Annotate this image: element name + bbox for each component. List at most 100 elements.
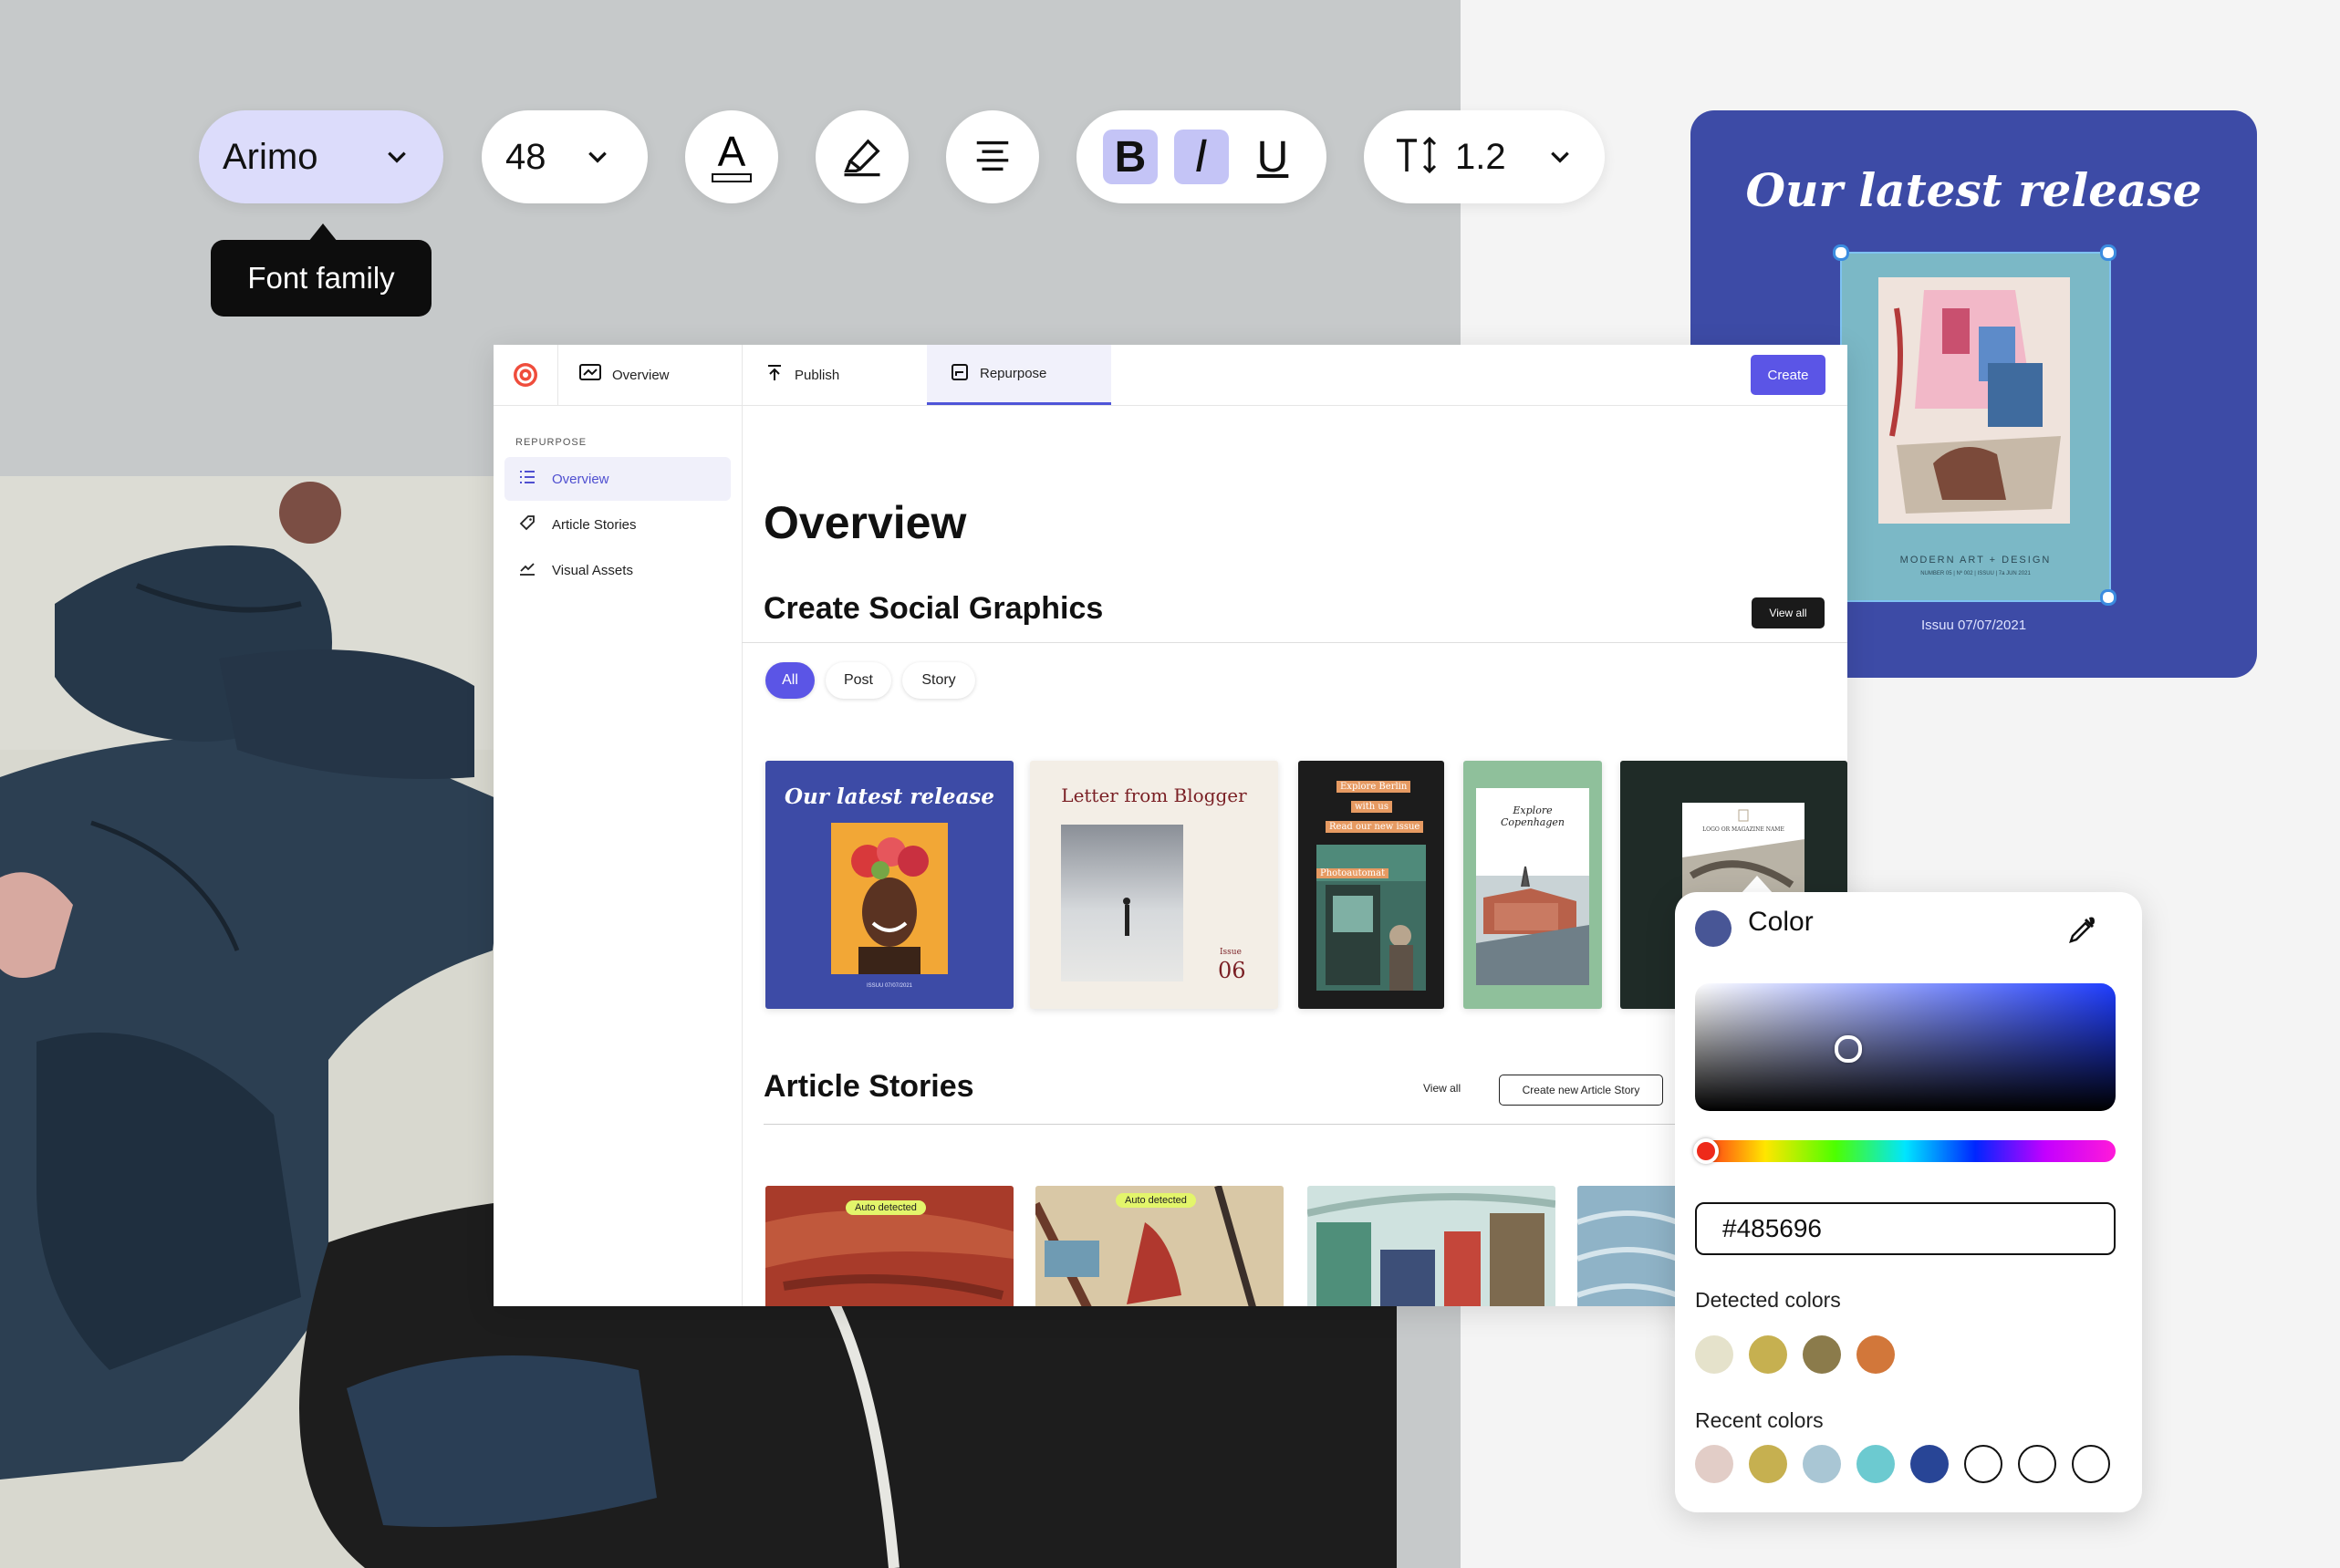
tab-overview[interactable]: Overview [579, 345, 740, 405]
tab-label: Publish [795, 367, 840, 383]
recent-color-swatch[interactable] [1749, 1445, 1787, 1483]
social-card[interactable]: Letter from Blogger Issue 06 [1030, 761, 1278, 1009]
card-line: Read our new issue [1326, 821, 1424, 833]
filter-story[interactable]: Story [902, 662, 975, 699]
chevron-down-icon [385, 145, 409, 173]
font-family-tooltip: Font family [211, 240, 432, 317]
color-picker: Color #485696 Detected colors Recent col… [1675, 892, 2142, 1512]
resize-handle[interactable] [2100, 589, 2116, 606]
card-title: Our latest release [785, 784, 994, 809]
recent-color-swatch[interactable] [1803, 1445, 1841, 1483]
empty-color-slot[interactable] [2072, 1445, 2110, 1483]
align-button[interactable] [946, 110, 1039, 203]
poster-cover-image[interactable]: MODERN ART + DESIGN NUMBER 05 | Nº 002 |… [1840, 252, 2111, 602]
detected-colors-label: Detected colors [1695, 1288, 1841, 1312]
issuu-logo[interactable] [494, 345, 558, 405]
tab-repurpose[interactable]: Repurpose [927, 345, 1111, 405]
card-image [1061, 825, 1183, 981]
view-all-button[interactable]: View all [1752, 597, 1825, 628]
social-card[interactable]: Explore Copenhagen [1463, 761, 1602, 1009]
align-center-icon [972, 134, 1014, 181]
resize-handle[interactable] [2100, 244, 2116, 261]
color-picker-title: Color [1748, 907, 1814, 937]
app-window: Overview Publish Repurpose Create REPURP… [494, 345, 1847, 1306]
story-thumbnail[interactable] [1577, 1186, 1678, 1306]
hue-thumb[interactable] [1693, 1138, 1719, 1164]
sidebar-heading: REPURPOSE [515, 437, 588, 448]
saturation-thumb[interactable] [1835, 1035, 1862, 1063]
bold-button[interactable]: B [1103, 130, 1158, 184]
social-card[interactable]: Our latest release ISSUU 07/07/2021 [765, 761, 1014, 1009]
recent-color-swatch[interactable] [1695, 1445, 1733, 1483]
repurpose-icon [951, 363, 969, 385]
story-thumbnail[interactable]: Auto detected [1035, 1186, 1284, 1306]
sidebar-item-visual-assets[interactable]: Visual Assets [504, 548, 731, 592]
highlighter-icon [838, 131, 886, 183]
recent-color-swatch[interactable] [1910, 1445, 1949, 1483]
highlight-button[interactable] [816, 110, 909, 203]
sidebar-item-overview[interactable]: Overview [504, 457, 731, 501]
upload-icon [765, 364, 784, 386]
text-color-glyph: A [717, 128, 746, 175]
poster-cover-subtitle: NUMBER 05 | Nº 002 | ISSUU | 7a JUN 2021 [1920, 571, 2031, 576]
card-image [831, 823, 948, 974]
auto-detected-badge: Auto detected [846, 1200, 926, 1215]
story-thumbnail[interactable]: Auto detected [765, 1186, 1014, 1306]
tab-publish[interactable]: Publish [765, 345, 926, 405]
card-image: Photoautomat [1316, 845, 1426, 991]
filter-post[interactable]: Post [826, 662, 891, 699]
poster-title: Our latest release [1745, 163, 2202, 217]
tab-label: Repurpose [980, 366, 1047, 381]
view-all-link[interactable]: View all [1423, 1082, 1461, 1095]
text-color-icon: A [712, 128, 752, 182]
card-sign: Photoautomat [1316, 868, 1389, 878]
tab-label: Overview [612, 367, 670, 383]
card-line: with us [1351, 801, 1392, 813]
font-family-select[interactable]: Arimo [199, 110, 443, 203]
sidebar-item-label: Visual Assets [552, 562, 633, 578]
article-stories-title: Article Stories [764, 1069, 974, 1104]
detected-color-swatch[interactable] [1803, 1335, 1841, 1374]
line-height-select[interactable]: 1.2 [1364, 110, 1605, 203]
social-graphics-title: Create Social Graphics [764, 591, 1104, 626]
chevron-down-icon [1548, 145, 1572, 173]
eyedropper-icon[interactable] [2067, 914, 2098, 950]
dashboard-icon [579, 364, 601, 386]
sidebar-item-article-stories[interactable]: Article Stories [504, 503, 731, 546]
detected-color-swatch[interactable] [1856, 1335, 1895, 1374]
tag-icon [519, 514, 536, 535]
saturation-value-area[interactable] [1695, 983, 2116, 1111]
recent-colors-label: Recent colors [1695, 1408, 1824, 1432]
empty-color-slot[interactable] [2018, 1445, 2056, 1483]
line-height-icon [1395, 135, 1440, 180]
font-size-select[interactable]: 48 [482, 110, 648, 203]
font-family-value: Arimo [223, 136, 318, 177]
hue-slider[interactable] [1693, 1138, 2116, 1164]
card-image: Explore Copenhagen [1476, 788, 1589, 985]
line-height-value: 1.2 [1455, 136, 1506, 177]
selected-color-swatch [1695, 910, 1732, 947]
underline-button[interactable]: U [1245, 130, 1300, 184]
issue-number: 06 [1218, 958, 1246, 983]
story-thumbnail[interactable] [1307, 1186, 1555, 1306]
create-article-story-button[interactable]: Create new Article Story [1499, 1075, 1663, 1106]
top-nav: Overview Publish Repurpose Create [494, 345, 1847, 406]
italic-button[interactable]: I [1174, 130, 1229, 184]
font-size-value: 48 [505, 136, 546, 177]
text-style-group: B I U [1076, 110, 1326, 203]
detected-color-swatch[interactable] [1695, 1335, 1733, 1374]
empty-color-slot[interactable] [1964, 1445, 2002, 1483]
list-icon [519, 470, 536, 488]
hex-input[interactable]: #485696 [1695, 1202, 2116, 1255]
filter-all[interactable]: All [765, 662, 815, 699]
resize-handle[interactable] [1833, 244, 1849, 261]
create-button[interactable]: Create [1751, 355, 1825, 395]
chart-line-icon [519, 561, 536, 579]
social-card[interactable]: Explore Berlin with us Read our new issu… [1298, 761, 1444, 1009]
recent-color-swatch[interactable] [1856, 1445, 1895, 1483]
divider [742, 642, 1847, 643]
poster-cover-title: MODERN ART + DESIGN [1899, 555, 2052, 566]
detected-color-swatch[interactable] [1749, 1335, 1787, 1374]
picker-arrow [1741, 876, 1773, 894]
text-color-button[interactable]: A [685, 110, 778, 203]
